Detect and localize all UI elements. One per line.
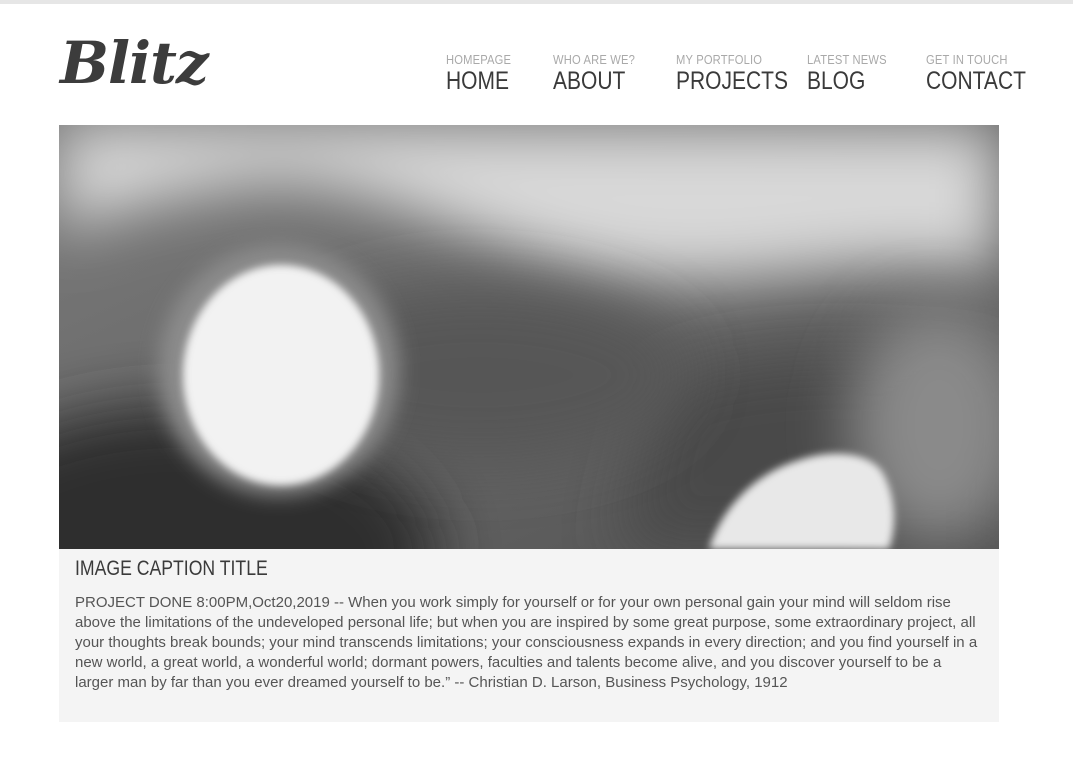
nav-label: HOME: [446, 67, 509, 95]
nav-label: CONTACT: [926, 67, 1026, 95]
caption-title: IMAGE CAPTION TITLE: [75, 557, 268, 580]
main-nav: HOMEPAGE HOME WHO ARE WE? ABOUT MY PORTF…: [0, 52, 1073, 100]
blurred-photo-icon: [59, 125, 999, 549]
nav-label: ABOUT: [553, 67, 626, 95]
nav-subtitle: WHO ARE WE?: [553, 52, 636, 67]
hero-image: [59, 125, 999, 549]
caption-text: PROJECT DONE 8:00PM,Oct20,2019 -- When y…: [75, 594, 978, 691]
nav-subtitle: HOMEPAGE: [446, 52, 512, 67]
top-border: [0, 0, 1073, 4]
image-caption: IMAGE CAPTION TITLE PROJECT DONE 8:00PM,…: [59, 549, 999, 722]
nav-item-contact[interactable]: GET IN TOUCH CONTACT: [926, 52, 1045, 95]
nav-item-projects[interactable]: MY PORTFOLIO PROJECTS: [676, 52, 809, 95]
nav-item-blog[interactable]: LATEST NEWS BLOG: [807, 52, 900, 95]
nav-label: BLOG: [807, 67, 866, 95]
nav-subtitle: GET IN TOUCH: [926, 52, 1008, 67]
nav-label: PROJECTS: [676, 67, 789, 95]
nav-subtitle: LATEST NEWS: [807, 52, 887, 67]
nav-item-home[interactable]: HOMEPAGE HOME: [446, 52, 522, 95]
nav-subtitle: MY PORTFOLIO: [676, 52, 763, 67]
nav-item-about[interactable]: WHO ARE WE? ABOUT: [553, 52, 648, 95]
